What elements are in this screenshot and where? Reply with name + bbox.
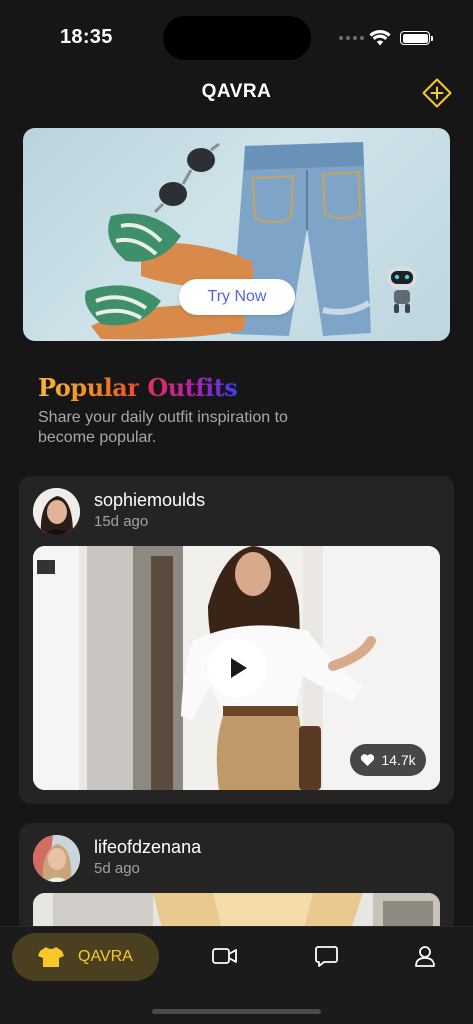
tshirt-icon [38,947,64,967]
post-username[interactable]: lifeofdzenana [94,837,201,858]
promo-banner[interactable]: Try Now [23,128,450,341]
cellular-signal-icon [339,36,364,40]
section-title-word-2: Outfits [147,373,238,402]
play-button[interactable] [207,638,267,698]
tab-home[interactable]: QAVRA [12,933,159,981]
post-card[interactable]: sophiemoulds 15d ago 14.7k [19,476,454,804]
robot-mascot-illustration [387,266,417,313]
section-title-word-1: Popular [38,373,140,402]
tab-home-label: QAVRA [78,948,133,965]
app-screen: 18:35 QAVRA Try Now Popular Outfits Shar… [0,0,473,1024]
try-now-button[interactable]: Try Now [179,279,295,315]
like-count: 14.7k [381,752,416,768]
like-count-badge[interactable]: 14.7k [350,744,426,776]
heart-icon [361,754,375,766]
status-time: 18:35 [60,26,113,48]
post-time: 15d ago [94,513,149,530]
dynamic-island [163,16,311,60]
add-post-button[interactable] [421,77,453,109]
video-camera-icon[interactable] [212,947,238,965]
avatar[interactable] [33,835,80,882]
home-indicator [152,1009,321,1014]
sunglasses-illustration [153,142,220,214]
sandals-illustration [85,213,254,340]
chat-bubble-icon[interactable] [315,945,338,968]
play-icon [231,658,247,678]
app-title: QAVRA [201,81,272,102]
battery-icon [400,31,433,45]
status-bar: 18:35 [0,0,473,76]
post-username[interactable]: sophiemoulds [94,490,205,511]
avatar[interactable] [33,488,80,535]
section-title: Popular Outfits [38,373,238,402]
wifi-icon [369,30,391,46]
profile-icon[interactable] [414,945,436,968]
post-card[interactable]: lifeofdzenana 5d ago [19,823,454,933]
post-video-thumbnail[interactable]: 14.7k [33,546,440,790]
post-time: 5d ago [94,860,140,877]
section-subtitle: Share your daily outfit inspiration to b… [38,409,288,446]
